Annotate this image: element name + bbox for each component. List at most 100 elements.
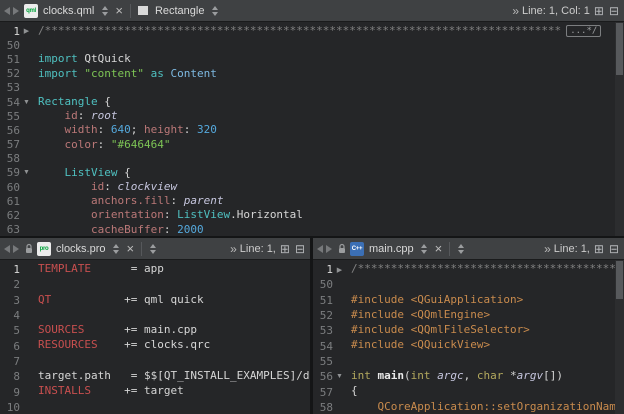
gutter-row: 1▶ bbox=[0, 24, 34, 38]
code-line[interactable]: cacheBuffer: 2000 bbox=[38, 223, 624, 236]
editor-pane-bottom-left: pro clocks.pro × » Line: 1, ⊞ ⊟ 12345678… bbox=[0, 238, 310, 414]
overflow-chevron-icon[interactable]: » bbox=[512, 4, 519, 18]
code-line[interactable]: #include <QQmlFileSelector> bbox=[351, 323, 624, 338]
token-prop: orientation bbox=[91, 208, 164, 221]
code-line[interactable]: import QtQuick bbox=[38, 52, 624, 66]
token-kw2: int bbox=[411, 369, 431, 382]
document-dropdown-icon[interactable] bbox=[111, 244, 122, 254]
token-plain bbox=[371, 369, 378, 382]
code-editor-pro[interactable]: 12345678910 TEMPLATE = appQT += qml quic… bbox=[0, 260, 310, 414]
code-area[interactable]: /***************************************… bbox=[347, 260, 624, 414]
code-line[interactable]: QT += qml quick bbox=[38, 293, 310, 308]
code-line[interactable]: ListView { bbox=[38, 166, 624, 180]
code-line[interactable]: #include <QGuiApplication> bbox=[351, 293, 624, 308]
fold-marker-icon[interactable]: ▼ bbox=[20, 169, 33, 176]
code-editor-qml[interactable]: 1▶5051525354▼5556575859▼60616263 /******… bbox=[0, 22, 624, 236]
code-line[interactable]: color: "#646464" bbox=[38, 138, 624, 152]
editor-toolbar-bottom-right: C++ main.cpp × » Line: 1, ⊞ ⊟ bbox=[313, 238, 624, 260]
fold-marker-icon[interactable]: ▼ bbox=[333, 373, 346, 380]
symbol-dropdown-icon[interactable] bbox=[455, 244, 466, 254]
close-document-icon[interactable]: × bbox=[125, 242, 137, 255]
document-dropdown-icon[interactable] bbox=[99, 6, 110, 16]
code-line[interactable] bbox=[38, 152, 624, 166]
close-split-icon[interactable]: ⊟ bbox=[608, 243, 620, 255]
open-document-name[interactable]: main.cpp bbox=[367, 243, 416, 255]
fold-marker-icon[interactable]: ▼ bbox=[20, 99, 33, 106]
token-plain: []) bbox=[543, 369, 563, 382]
code-line[interactable]: #include <QQuickView> bbox=[351, 338, 624, 353]
overflow-chevron-icon[interactable]: » bbox=[544, 242, 551, 256]
token-plain: : bbox=[78, 109, 91, 122]
code-line[interactable] bbox=[38, 81, 624, 95]
open-document-name[interactable]: clocks.qml bbox=[41, 5, 96, 17]
code-line[interactable]: Rectangle { bbox=[38, 95, 624, 109]
token-plain: QtQuick bbox=[78, 52, 131, 65]
code-line[interactable]: id: clockview bbox=[38, 180, 624, 194]
symbol-dropdown-icon[interactable] bbox=[147, 244, 158, 254]
split-icon[interactable]: ⊞ bbox=[593, 243, 605, 255]
code-line[interactable] bbox=[38, 38, 624, 52]
line-number: 56 bbox=[0, 124, 20, 137]
line-number: 51 bbox=[0, 53, 20, 66]
code-line[interactable]: QCoreApplication::setOrganizationNam bbox=[351, 400, 624, 414]
open-document-name[interactable]: clocks.pro bbox=[54, 243, 108, 255]
code-line[interactable]: id: root bbox=[38, 109, 624, 123]
symbol-dropdown-icon[interactable] bbox=[209, 6, 220, 16]
code-line[interactable] bbox=[38, 277, 310, 292]
back-icon[interactable] bbox=[4, 245, 10, 253]
back-icon[interactable] bbox=[4, 7, 10, 15]
code-line[interactable]: import "content" as Content bbox=[38, 67, 624, 81]
code-line[interactable]: orientation: ListView.Horizontal bbox=[38, 208, 624, 222]
collapsed-fold-box[interactable]: ...*/ bbox=[566, 25, 601, 37]
scrollbar-thumb[interactable] bbox=[616, 23, 623, 75]
code-line[interactable] bbox=[38, 400, 310, 414]
close-document-icon[interactable]: × bbox=[433, 242, 445, 255]
gutter-row: 61 bbox=[0, 194, 34, 208]
code-line[interactable]: INSTALLS += target bbox=[38, 384, 310, 399]
scrollbar-thumb[interactable] bbox=[616, 261, 623, 299]
editor-pane-bottom-right: C++ main.cpp × » Line: 1, ⊞ ⊟ 1▶50515253… bbox=[313, 238, 624, 414]
gutter-row: 62 bbox=[0, 208, 34, 222]
code-line[interactable]: target.path = $$[QT_INSTALL_EXAMPLES]/de… bbox=[38, 369, 310, 384]
token-var: RESOURCES bbox=[38, 338, 98, 351]
code-line[interactable]: /***************************************… bbox=[351, 262, 624, 277]
close-document-icon[interactable]: × bbox=[113, 4, 125, 17]
code-line[interactable]: RESOURCES += clocks.qrc bbox=[38, 338, 310, 353]
code-line[interactable]: /***************************************… bbox=[38, 24, 624, 38]
code-line[interactable]: { bbox=[351, 384, 624, 399]
token-pp: #include <QQuickView> bbox=[351, 338, 490, 351]
vertical-scrollbar[interactable] bbox=[615, 260, 624, 414]
code-line[interactable] bbox=[38, 354, 310, 369]
vertical-scrollbar[interactable] bbox=[615, 22, 624, 236]
forward-icon[interactable] bbox=[13, 245, 19, 253]
split-icon[interactable]: ⊞ bbox=[279, 243, 291, 255]
code-line[interactable]: SOURCES += main.cpp bbox=[38, 323, 310, 338]
code-line[interactable] bbox=[38, 308, 310, 323]
fold-marker-icon[interactable]: ▶ bbox=[20, 27, 33, 35]
document-dropdown-icon[interactable] bbox=[419, 244, 430, 254]
code-area[interactable]: /***************************************… bbox=[34, 22, 624, 236]
code-line[interactable]: width: 640; height: 320 bbox=[38, 123, 624, 137]
forward-icon[interactable] bbox=[13, 7, 19, 15]
token-pp: #include <QQmlEngine> bbox=[351, 308, 490, 321]
close-split-icon[interactable]: ⊟ bbox=[608, 5, 620, 17]
fold-marker-icon[interactable]: ▶ bbox=[333, 266, 346, 274]
code-line[interactable]: anchors.fill: parent bbox=[38, 194, 624, 208]
symbol-selector[interactable]: Rectangle bbox=[153, 5, 207, 17]
code-editor-cpp[interactable]: 1▶50515253545556▼5758 /*****************… bbox=[313, 260, 624, 414]
code-line[interactable] bbox=[351, 354, 624, 369]
token-plain: : bbox=[98, 123, 111, 136]
token-plain bbox=[38, 208, 91, 221]
code-line[interactable]: int main(int argc, char *argv[]) bbox=[351, 369, 624, 384]
close-split-icon[interactable]: ⊟ bbox=[294, 243, 306, 255]
line-number: 51 bbox=[313, 294, 333, 307]
back-icon[interactable] bbox=[317, 245, 323, 253]
gutter-row: 63 bbox=[0, 223, 34, 236]
split-icon[interactable]: ⊞ bbox=[593, 5, 605, 17]
code-line[interactable]: TEMPLATE = app bbox=[38, 262, 310, 277]
forward-icon[interactable] bbox=[326, 245, 332, 253]
code-line[interactable] bbox=[351, 277, 624, 292]
overflow-chevron-icon[interactable]: » bbox=[230, 242, 237, 256]
code-line[interactable]: #include <QQmlEngine> bbox=[351, 308, 624, 323]
code-area[interactable]: TEMPLATE = app QT += qml quick SOURCES += … bbox=[34, 260, 310, 414]
